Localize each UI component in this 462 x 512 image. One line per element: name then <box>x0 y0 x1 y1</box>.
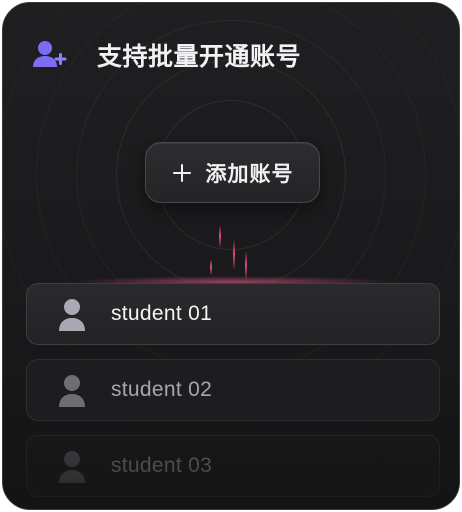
add-account-label: 添加账号 <box>205 162 294 186</box>
user-avatar-icon <box>59 299 85 331</box>
student-name: student 02 <box>111 378 213 401</box>
page-title: 支持批量开通账号 <box>97 43 302 71</box>
radar-rings <box>3 3 459 509</box>
student-list-item[interactable]: student 02 <box>26 359 440 421</box>
user-avatar-icon <box>59 375 85 407</box>
user-avatar-icon <box>59 451 85 483</box>
plus-icon <box>172 163 192 183</box>
student-list-item[interactable]: student 01 <box>26 283 440 345</box>
header: 支持批量开通账号 <box>31 33 301 77</box>
add-account-button[interactable]: 添加账号 <box>145 142 320 203</box>
student-list-item[interactable]: student 03 <box>26 435 440 497</box>
add-user-icon <box>31 36 69 74</box>
batch-account-card: 支持批量开通账号 添加账号 student 01 student 02 stud… <box>2 2 460 510</box>
student-name: student 03 <box>111 454 213 477</box>
student-name: student 01 <box>111 302 213 325</box>
